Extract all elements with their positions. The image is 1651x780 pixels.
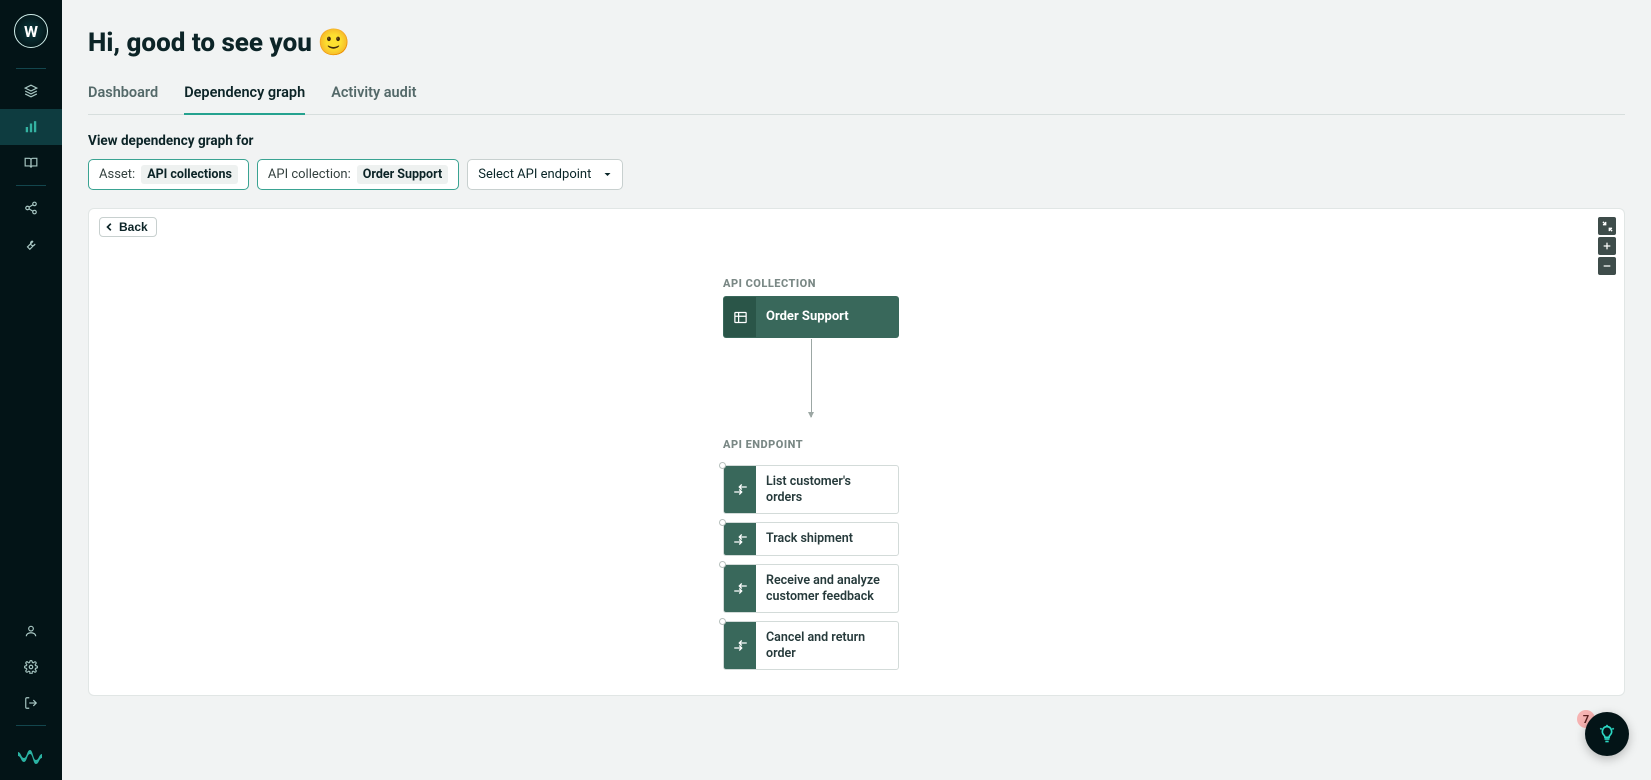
minus-icon [1602, 261, 1612, 271]
filter-bar: Asset: API collections API collection: O… [88, 159, 1625, 190]
endpoint-icon [724, 622, 756, 669]
filter-collection[interactable]: API collection: Order Support [257, 159, 459, 190]
gear-icon [24, 660, 38, 674]
endpoint-icon [724, 523, 756, 555]
sidebar-item-tools[interactable] [0, 226, 62, 262]
chevron-down-icon [603, 170, 612, 179]
table-icon [724, 297, 756, 337]
graph-section-endpoint-label: API ENDPOINT [723, 438, 899, 451]
sidebar: W [0, 0, 62, 780]
zoom-out-button[interactable] [1598, 257, 1616, 275]
sidebar-item-docs[interactable] [0, 145, 62, 181]
wrench-icon [24, 237, 38, 251]
graph-node-collection-label: Order Support [756, 297, 898, 337]
filter-asset[interactable]: Asset: API collections [88, 159, 249, 190]
tab-dependency-graph[interactable]: Dependency graph [184, 76, 305, 115]
graph: API COLLECTION Order Support API ENDPOIN… [723, 277, 899, 670]
user-icon [24, 624, 38, 638]
filter-endpoint-select[interactable]: Select API endpoint [467, 159, 623, 190]
graph-section-collection-label: API COLLECTION [723, 277, 899, 290]
filter-collection-label: API collection: [268, 167, 351, 182]
sidebar-footer-brand [0, 730, 62, 780]
sidebar-item-users[interactable] [0, 613, 62, 649]
back-button[interactable]: Back [99, 217, 157, 237]
collapse-icon [1602, 221, 1613, 232]
filter-collection-value: Order Support [357, 165, 448, 184]
book-icon [24, 156, 38, 170]
sidebar-item-layers[interactable] [0, 73, 62, 109]
logout-icon [24, 696, 38, 710]
bar-chart-icon [24, 120, 38, 134]
graph-node-endpoint[interactable]: Receive and analyze customer feedback [723, 564, 899, 613]
lightbulb-icon [1597, 724, 1617, 744]
filter-asset-value: API collections [141, 165, 238, 184]
filter-asset-label: Asset: [99, 167, 135, 182]
chevron-left-icon [105, 222, 115, 232]
brand-wave-icon [16, 746, 46, 764]
sidebar-item-share[interactable] [0, 190, 62, 226]
endpoint-icon [724, 466, 756, 513]
filter-section-label: View dependency graph for [88, 133, 1625, 149]
sidebar-item-dashboard[interactable] [0, 109, 62, 145]
graph-node-endpoint-label: Cancel and return order [756, 622, 898, 669]
plus-icon [1602, 241, 1612, 251]
graph-node-endpoint-label: Receive and analyze customer feedback [756, 565, 898, 612]
layers-icon [24, 84, 38, 98]
zoom-fit-button[interactable] [1598, 217, 1616, 235]
graph-node-collection[interactable]: Order Support [723, 296, 899, 338]
share-icon [24, 201, 38, 215]
sidebar-divider [16, 725, 46, 726]
brand-logo-letter: W [24, 22, 38, 41]
main-content: Hi, good to see you 🙂 Dashboard Dependen… [62, 0, 1651, 780]
tab-label: Dependency graph [184, 84, 305, 101]
page-title: Hi, good to see you 🙂 [88, 28, 1625, 58]
graph-node-endpoint-label: Track shipment [756, 523, 898, 555]
graph-node-status-dot [719, 561, 726, 568]
sidebar-divider [16, 68, 46, 69]
page-title-text: Hi, good to see you [88, 28, 312, 58]
filter-endpoint-label: Select API endpoint [478, 167, 591, 182]
zoom-controls [1598, 217, 1616, 275]
graph-node-endpoint[interactable]: Cancel and return order [723, 621, 899, 670]
sidebar-item-logout[interactable] [0, 685, 62, 721]
zoom-in-button[interactable] [1598, 237, 1616, 255]
graph-node-endpoint-label: List customer's orders [756, 466, 898, 513]
tab-activity-audit[interactable]: Activity audit [331, 76, 416, 115]
tab-label: Activity audit [331, 84, 416, 101]
brand-logo[interactable]: W [14, 14, 48, 48]
back-button-label: Back [119, 220, 148, 234]
sidebar-divider [16, 185, 46, 186]
tab-label: Dashboard [88, 84, 158, 101]
tabs: Dashboard Dependency graph Activity audi… [88, 76, 1625, 115]
graph-node-endpoint[interactable]: Track shipment [723, 522, 899, 556]
smile-emoji: 🙂 [318, 28, 350, 58]
graph-canvas[interactable]: Back API COLLECTION Order Support [88, 208, 1625, 696]
tab-dashboard[interactable]: Dashboard [88, 76, 158, 115]
graph-node-status-dot [719, 462, 726, 469]
help-button[interactable] [1585, 712, 1629, 756]
endpoint-icon [724, 565, 756, 612]
graph-node-endpoint[interactable]: List customer's orders [723, 465, 899, 514]
sidebar-item-settings[interactable] [0, 649, 62, 685]
